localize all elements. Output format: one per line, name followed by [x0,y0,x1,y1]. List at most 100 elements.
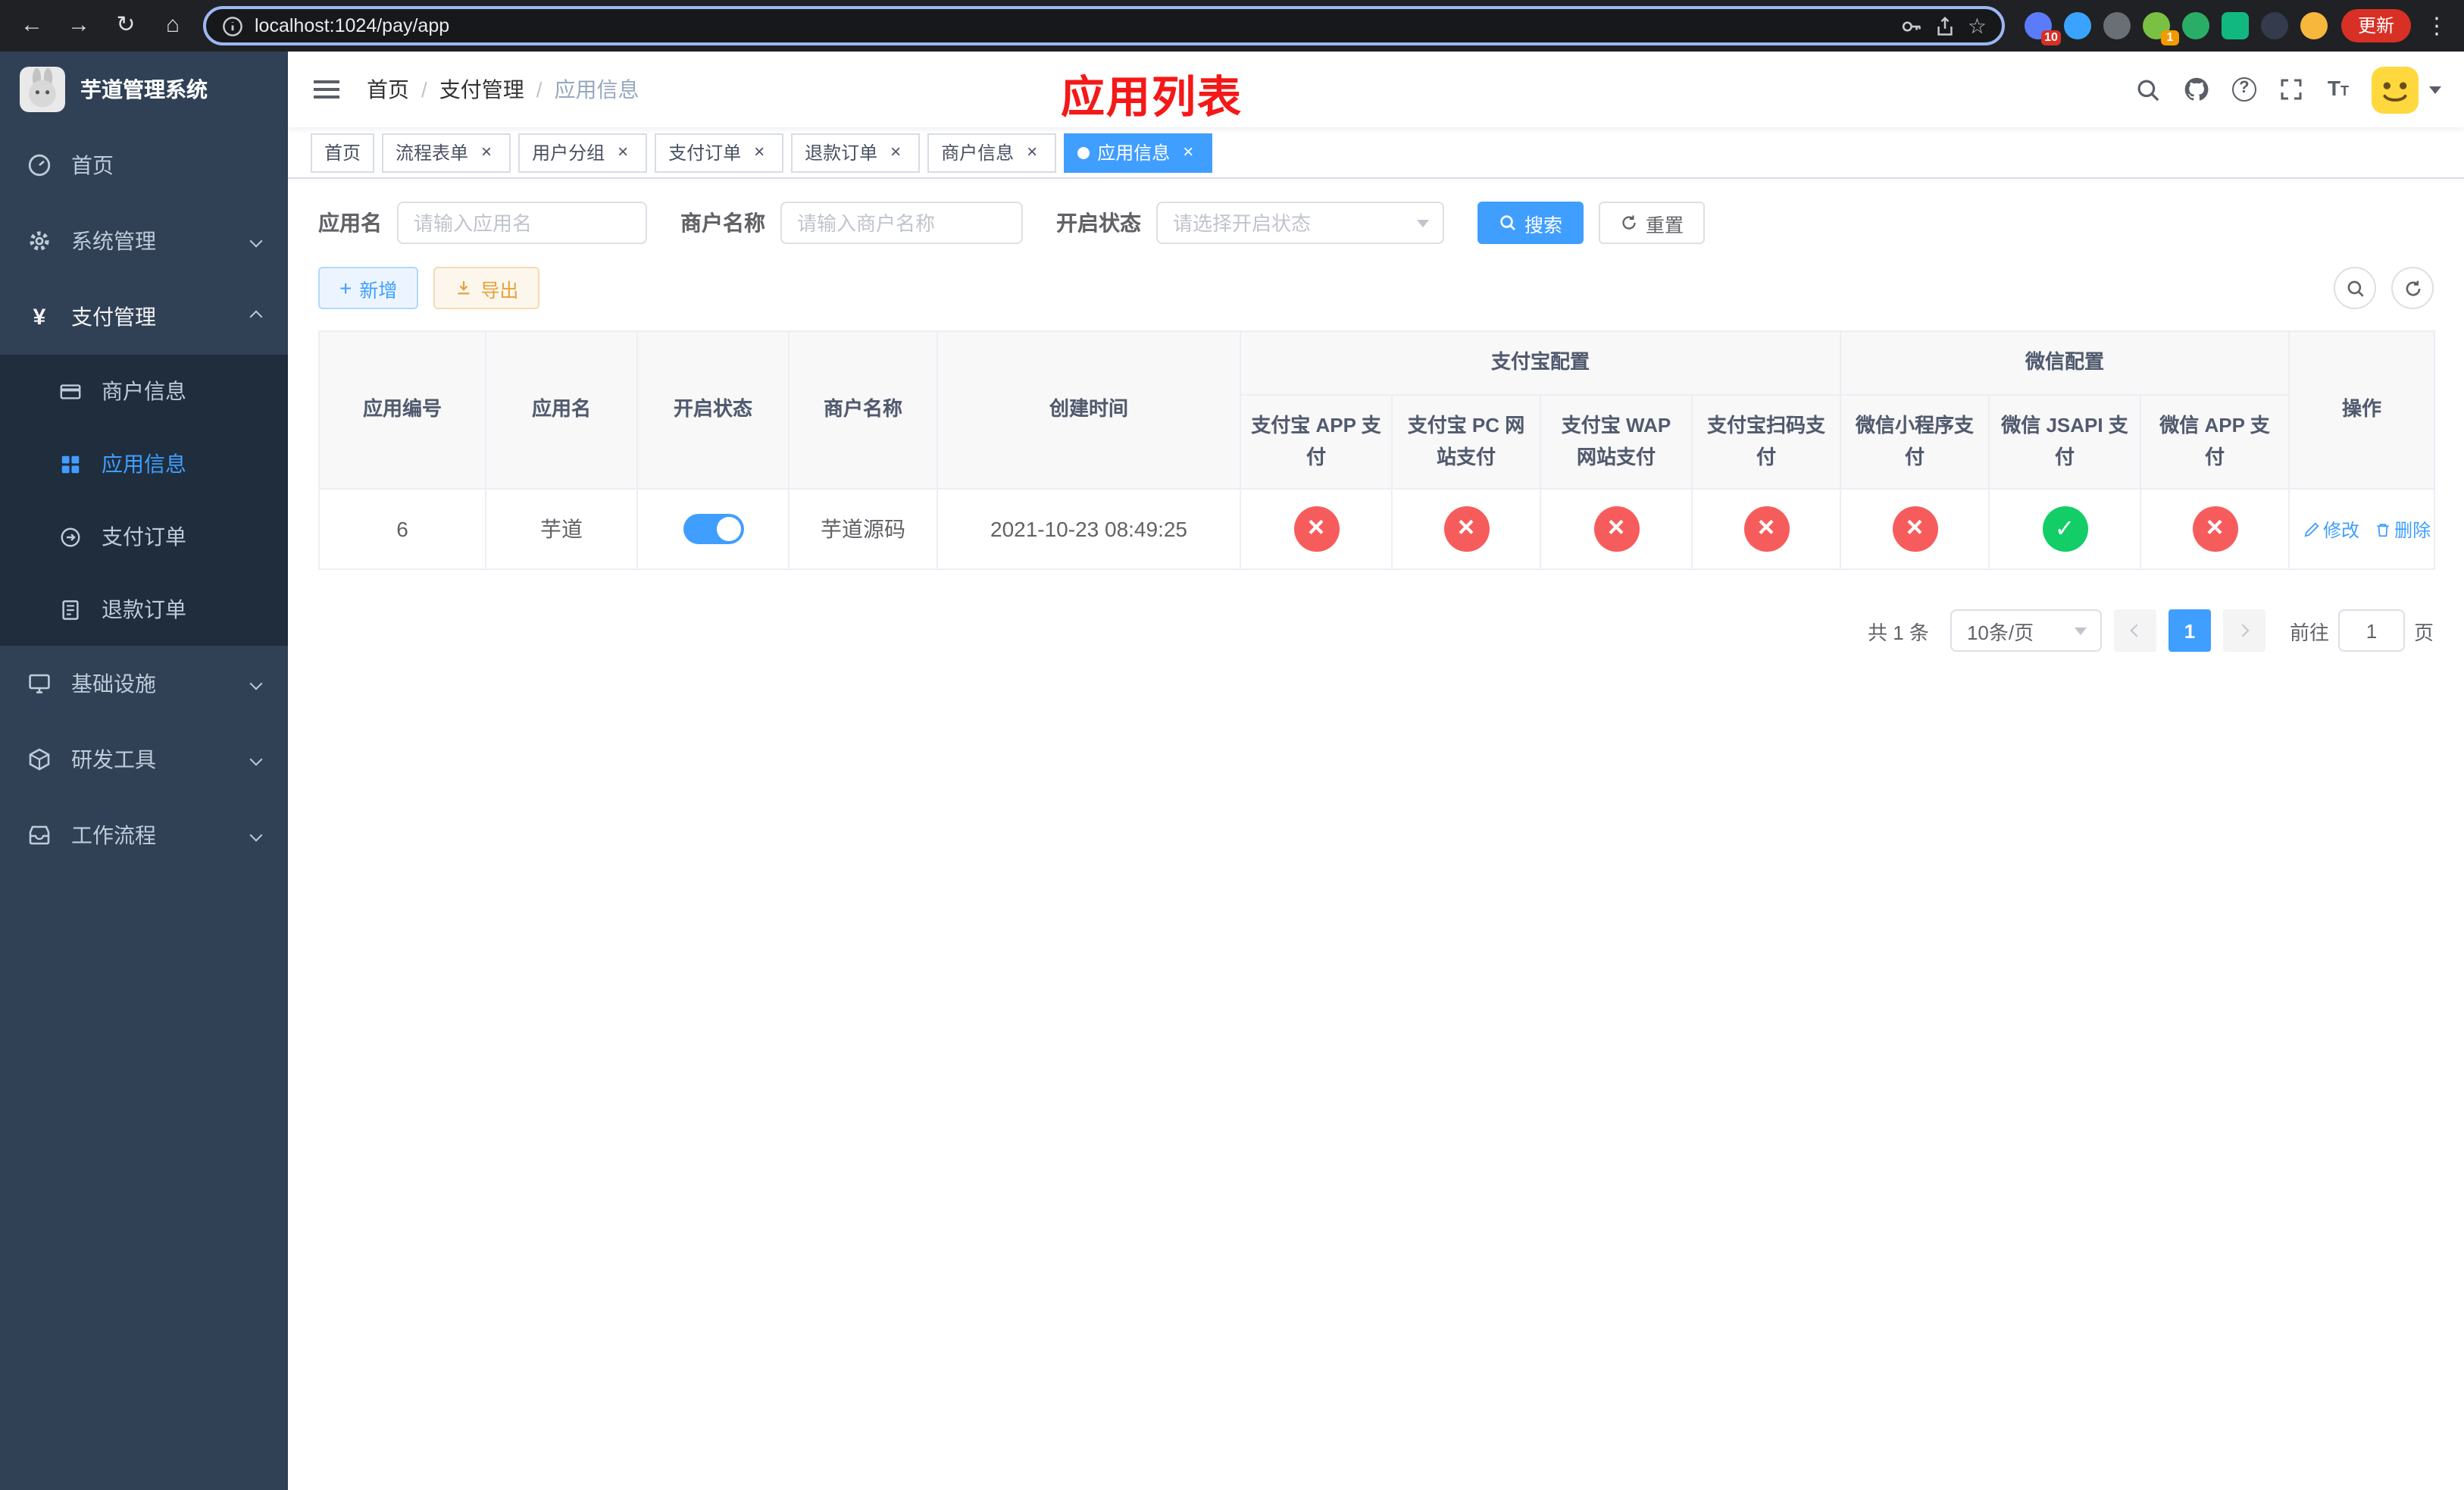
status-cross-icon [1743,506,1789,552]
sidebar-item-label: 研发工具 [71,747,156,772]
home-icon[interactable]: ⌂ [156,9,189,42]
bookmark-star-icon[interactable]: ☆ [1968,13,1987,39]
chevron-down-icon [249,828,263,842]
tab-home[interactable]: 首页 [311,133,375,172]
page-size-select[interactable]: 10条/页 [1950,609,2102,653]
reset-button[interactable]: 重置 [1599,202,1706,244]
status-select-input[interactable] [1156,202,1444,244]
browser-menu-icon[interactable]: ⋮ [2425,12,2449,39]
extension-icon[interactable] [2103,12,2131,39]
status-label: 开启状态 [1056,211,1141,235]
chevron-down-icon [249,677,263,690]
edit-link-label: 修改 [2323,519,2360,541]
sidebar-item-infrastructure[interactable]: 基础设施 [0,646,288,722]
info-icon[interactable] [221,14,244,37]
github-icon[interactable] [2184,77,2209,102]
extension-icon[interactable] [2181,12,2209,39]
cell-created-at: 2021-10-23 08:49:25 [937,488,1241,571]
merchant-name-input[interactable] [780,202,1023,244]
pagination: 共 1 条 10条/页 1 前往 页 [318,609,2434,653]
sidebar-item-app-info[interactable]: 应用信息 [0,427,288,500]
breadcrumb-item[interactable]: 首页 [367,74,409,105]
forward-icon[interactable]: → [62,9,95,42]
logo-image [20,67,65,112]
close-icon[interactable]: × [612,141,633,163]
status-cross-icon [1443,506,1489,552]
status-select[interactable] [1156,202,1444,244]
merchant-name-label: 商户名称 [680,211,765,235]
close-icon[interactable]: × [749,141,770,163]
tags-view: 首页 流程表单 × 用户分组 × 支付订单 × 退款订单 × 商户信息 × 应用… [288,127,2464,179]
sidebar-item-payment-orders[interactable]: 支付订单 [0,500,288,573]
status-check-icon [2042,506,2088,552]
table-toolbar: + 新增 导出 [318,267,2434,309]
fullscreen-icon[interactable] [2279,77,2305,102]
close-icon[interactable]: × [1021,141,1043,163]
close-icon[interactable]: × [476,141,497,163]
edit-link[interactable]: 修改 [2303,517,2359,543]
close-icon[interactable]: × [1177,141,1199,163]
user-menu[interactable] [2372,66,2441,113]
share-icon[interactable] [1934,14,1957,37]
cell-app-name: 芋道 [485,488,638,571]
tab-payment-orders[interactable]: 支付订单 × [655,133,784,172]
delete-link[interactable]: 删除 [2375,517,2431,543]
add-button[interactable]: + 新增 [318,267,419,309]
sidebar-toggle-icon[interactable] [311,74,342,105]
sidebar-item-refund-orders[interactable]: 退款订单 [0,573,288,646]
caret-down-icon [2429,86,2441,93]
address-bar[interactable]: ☆ [203,6,2005,45]
font-size-icon[interactable]: TT [2328,76,2349,103]
tab-app-info[interactable]: 应用信息 × [1064,133,1213,172]
tab-user-group[interactable]: 用户分组 × [518,133,648,172]
plus-icon: + [339,276,352,300]
extension-icon[interactable]: 1 [2142,12,2179,45]
sidebar-item-home[interactable]: 首页 [0,127,288,203]
refresh-table-button[interactable] [2391,267,2434,309]
sidebar-item-label: 工作流程 [71,823,156,847]
sidebar-item-payment[interactable]: ¥ 支付管理 [0,279,288,355]
sidebar-item-workflow[interactable]: 工作流程 [0,797,288,873]
col-merchant: 商户名称 [788,330,938,490]
extension-icon[interactable] [2221,12,2249,39]
close-icon[interactable]: × [885,141,906,163]
help-icon[interactable]: ? [2231,77,2256,102]
extension-icon[interactable] [2260,12,2288,39]
search-button[interactable]: 搜索 [1477,202,1584,244]
goto-page-input[interactable] [2337,609,2405,653]
extension-icon[interactable] [2063,12,2091,39]
sidebar-item-dev-tools[interactable]: 研发工具 [0,722,288,797]
prev-page-button[interactable] [2113,609,2156,653]
sidebar-item-system[interactable]: 系统管理 [0,203,288,279]
toggle-search-button[interactable] [2334,267,2376,309]
extension-icon[interactable]: 10 [2024,12,2061,45]
chrome-update-button[interactable]: 更新 [2340,9,2411,42]
export-button[interactable]: 导出 [433,267,540,309]
tab-merchant-info[interactable]: 商户信息 × [927,133,1057,172]
reload-icon[interactable]: ↻ [109,9,142,42]
page-container: 应用名 商户名称 开启状态 [288,179,2464,1490]
status-switch[interactable] [683,514,743,545]
avatar [2372,66,2419,113]
breadcrumb-separator: / [421,77,427,102]
app-logo[interactable]: 芋道管理系统 [0,52,288,127]
export-button-label: 导出 [480,280,519,301]
app-name-input[interactable] [397,202,647,244]
cell-alipay-wap [1540,488,1693,571]
search-icon[interactable] [2135,77,2161,102]
back-icon[interactable]: ← [15,9,48,42]
tab-label: 流程表单 [396,142,469,164]
next-page-button[interactable] [2222,609,2265,653]
yen-icon: ¥ [33,304,46,330]
sidebar-item-merchant-info[interactable]: 商户信息 [0,355,288,427]
tab-refund-orders[interactable]: 退款订单 × [791,133,921,172]
sidebar: 芋道管理系统 首页 系统管理 ¥ 支付管理 商户信息 应用信息 支付订单 退款订… [0,52,288,1490]
breadcrumb-item[interactable]: 支付管理 [439,74,524,105]
col-wechat-lite: 微信小程序支付 [1840,393,1990,490]
url-input[interactable] [255,15,1890,36]
key-icon[interactable] [1901,14,1924,37]
page-number-button[interactable]: 1 [2168,609,2211,653]
tab-process-form[interactable]: 流程表单 × [382,133,511,172]
caret-down-icon [2074,627,2087,635]
extension-icon[interactable] [2300,12,2328,39]
